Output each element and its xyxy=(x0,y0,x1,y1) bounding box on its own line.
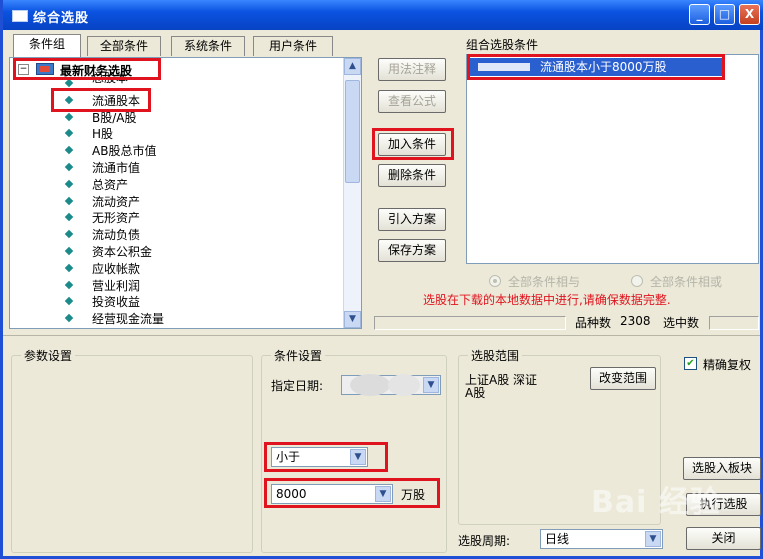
tree-item-label: 无形资产 xyxy=(92,211,141,226)
delete-condition-button[interactable]: 删除条件 xyxy=(378,164,446,187)
combo-conditions-list[interactable]: 流通股本小于8000万股 xyxy=(466,54,759,264)
all-and-label: 全部条件相与 xyxy=(508,275,581,289)
usage-notes-button[interactable]: 用法注释 xyxy=(378,58,446,81)
execute-button[interactable]: 执行选股 xyxy=(686,493,761,516)
tree-item-label: 经营现金流量 xyxy=(92,312,165,327)
diamond-icon xyxy=(64,229,74,239)
selected-label: 选中数 xyxy=(663,316,700,330)
diamond-icon xyxy=(64,179,74,189)
param-settings-label: 参数设置 xyxy=(21,347,76,364)
tab-user-conditions[interactable]: 用户条件 xyxy=(253,36,333,56)
app-icon xyxy=(12,10,28,22)
tree-item-label: 营业利润 xyxy=(92,278,141,293)
change-range-button[interactable]: 改变范围 xyxy=(590,367,656,390)
diamond-icon xyxy=(64,129,74,138)
tree-item-label: H股 xyxy=(92,127,114,142)
divider xyxy=(3,335,760,336)
tab-condition-group[interactable]: 条件组 xyxy=(13,34,81,57)
diamond-icon xyxy=(64,280,74,289)
diamond-icon xyxy=(64,145,74,155)
save-scheme-button[interactable]: 保存方案 xyxy=(378,239,446,262)
diamond-icon xyxy=(64,196,74,205)
tree-item[interactable]: 流动资产 xyxy=(10,193,340,210)
scroll-thumb[interactable] xyxy=(345,80,360,183)
data-warning: 选股在下载的本地数据中进行,请确保数据完整. xyxy=(423,293,671,307)
tree-item[interactable]: AB股总市值 xyxy=(10,142,340,159)
tree-item-label: 流动负债 xyxy=(92,228,141,243)
highlight-root xyxy=(13,58,161,80)
tree-item[interactable]: 资本公积金 xyxy=(10,243,340,260)
import-scheme-button[interactable]: 引入方案 xyxy=(378,208,446,231)
scroll-down-icon[interactable]: ▼ xyxy=(344,311,361,328)
range-text-2: A股 xyxy=(465,386,486,400)
tree-item[interactable]: 投资收益 xyxy=(10,293,340,310)
tree-item-label: 流通市值 xyxy=(92,161,141,175)
tree-item-label: 投资收益 xyxy=(92,295,141,310)
tree-item-label: 流动资产 xyxy=(92,194,141,209)
diamond-icon xyxy=(64,246,74,256)
tree-item[interactable]: 流通市值 xyxy=(10,159,340,176)
highlight-condition xyxy=(467,54,725,80)
tab-system-conditions[interactable]: 系统条件 xyxy=(171,36,245,56)
tree-item[interactable]: 流动负债 xyxy=(10,226,340,243)
date-combo[interactable]: ▼ xyxy=(341,374,441,396)
tree-scrollbar[interactable]: ▲ ▼ xyxy=(343,58,361,328)
diamond-icon xyxy=(64,112,74,121)
diamond-icon xyxy=(64,297,74,306)
tree-item[interactable]: 营业利润 xyxy=(10,277,340,294)
scroll-up-icon[interactable]: ▲ xyxy=(344,58,361,75)
all-and-radio[interactable] xyxy=(489,275,501,287)
all-or-radio[interactable] xyxy=(631,275,643,287)
count-label: 品种数 xyxy=(575,316,612,330)
chevron-down-icon[interactable]: ▼ xyxy=(645,531,661,547)
precise-reweight-label: 精确复权 xyxy=(703,358,752,372)
stock-screener-window: 综合选股 _ □ X 条件组 全部条件 系统条件 用户条件 − 最新财务选股 总… xyxy=(0,0,763,559)
tree-item[interactable]: 总资产 xyxy=(10,176,340,193)
close-button[interactable]: 关闭 xyxy=(686,527,761,550)
combo-conditions-label: 组合选股条件 xyxy=(466,38,539,52)
tree-item-label: 总资产 xyxy=(92,177,129,192)
diamond-icon xyxy=(64,263,74,273)
progress-bar xyxy=(374,316,566,330)
diamond-icon xyxy=(64,78,74,88)
chevron-down-icon[interactable]: ▼ xyxy=(423,377,439,393)
tab-all-conditions[interactable]: 全部条件 xyxy=(87,36,161,56)
all-or-label: 全部条件相或 xyxy=(650,275,723,289)
view-formula-button[interactable]: 查看公式 xyxy=(378,90,446,113)
highlight-add-condition xyxy=(372,128,454,160)
blurred-date-2 xyxy=(388,374,420,396)
selected-value-box xyxy=(709,316,759,330)
diamond-icon xyxy=(64,313,74,323)
tree-item-label: 资本公积金 xyxy=(92,245,153,259)
condition-settings-label: 条件设置 xyxy=(271,347,326,364)
date-label: 指定日期: xyxy=(271,379,324,393)
window-title: 综合选股 xyxy=(33,11,90,26)
precise-reweight-checkbox[interactable]: ✔ xyxy=(684,357,697,370)
range-label: 选股范围 xyxy=(468,347,523,364)
highlight-value xyxy=(264,478,440,508)
blurred-date xyxy=(350,374,390,396)
highlight-float-shares xyxy=(51,88,151,112)
tree-item[interactable]: 无形资产 xyxy=(10,209,340,226)
param-settings-group xyxy=(11,355,253,553)
tree-item[interactable]: 应收帐款 xyxy=(10,260,340,277)
tree-item[interactable]: H股 xyxy=(10,125,340,142)
title-bar[interactable]: 综合选股 _ □ X xyxy=(3,0,763,30)
stock-to-block-button[interactable]: 选股入板块 xyxy=(683,457,761,480)
highlight-operator xyxy=(264,442,388,472)
period-combo[interactable]: 日线 ▼ xyxy=(540,529,663,549)
period-label: 选股周期: xyxy=(458,534,511,548)
count-value: 2308 xyxy=(620,314,651,328)
tree-item-label: 应收帐款 xyxy=(92,261,141,276)
tree-item[interactable]: 经营现金流量 xyxy=(10,310,340,327)
minimize-button[interactable]: _ xyxy=(689,4,710,25)
maximize-button[interactable]: □ xyxy=(714,4,735,25)
tree-item-label: AB股总市值 xyxy=(92,144,157,159)
diamond-icon xyxy=(64,213,74,222)
close-window-button[interactable]: X xyxy=(739,4,760,25)
diamond-icon xyxy=(64,162,74,172)
period-value: 日线 xyxy=(545,532,570,546)
